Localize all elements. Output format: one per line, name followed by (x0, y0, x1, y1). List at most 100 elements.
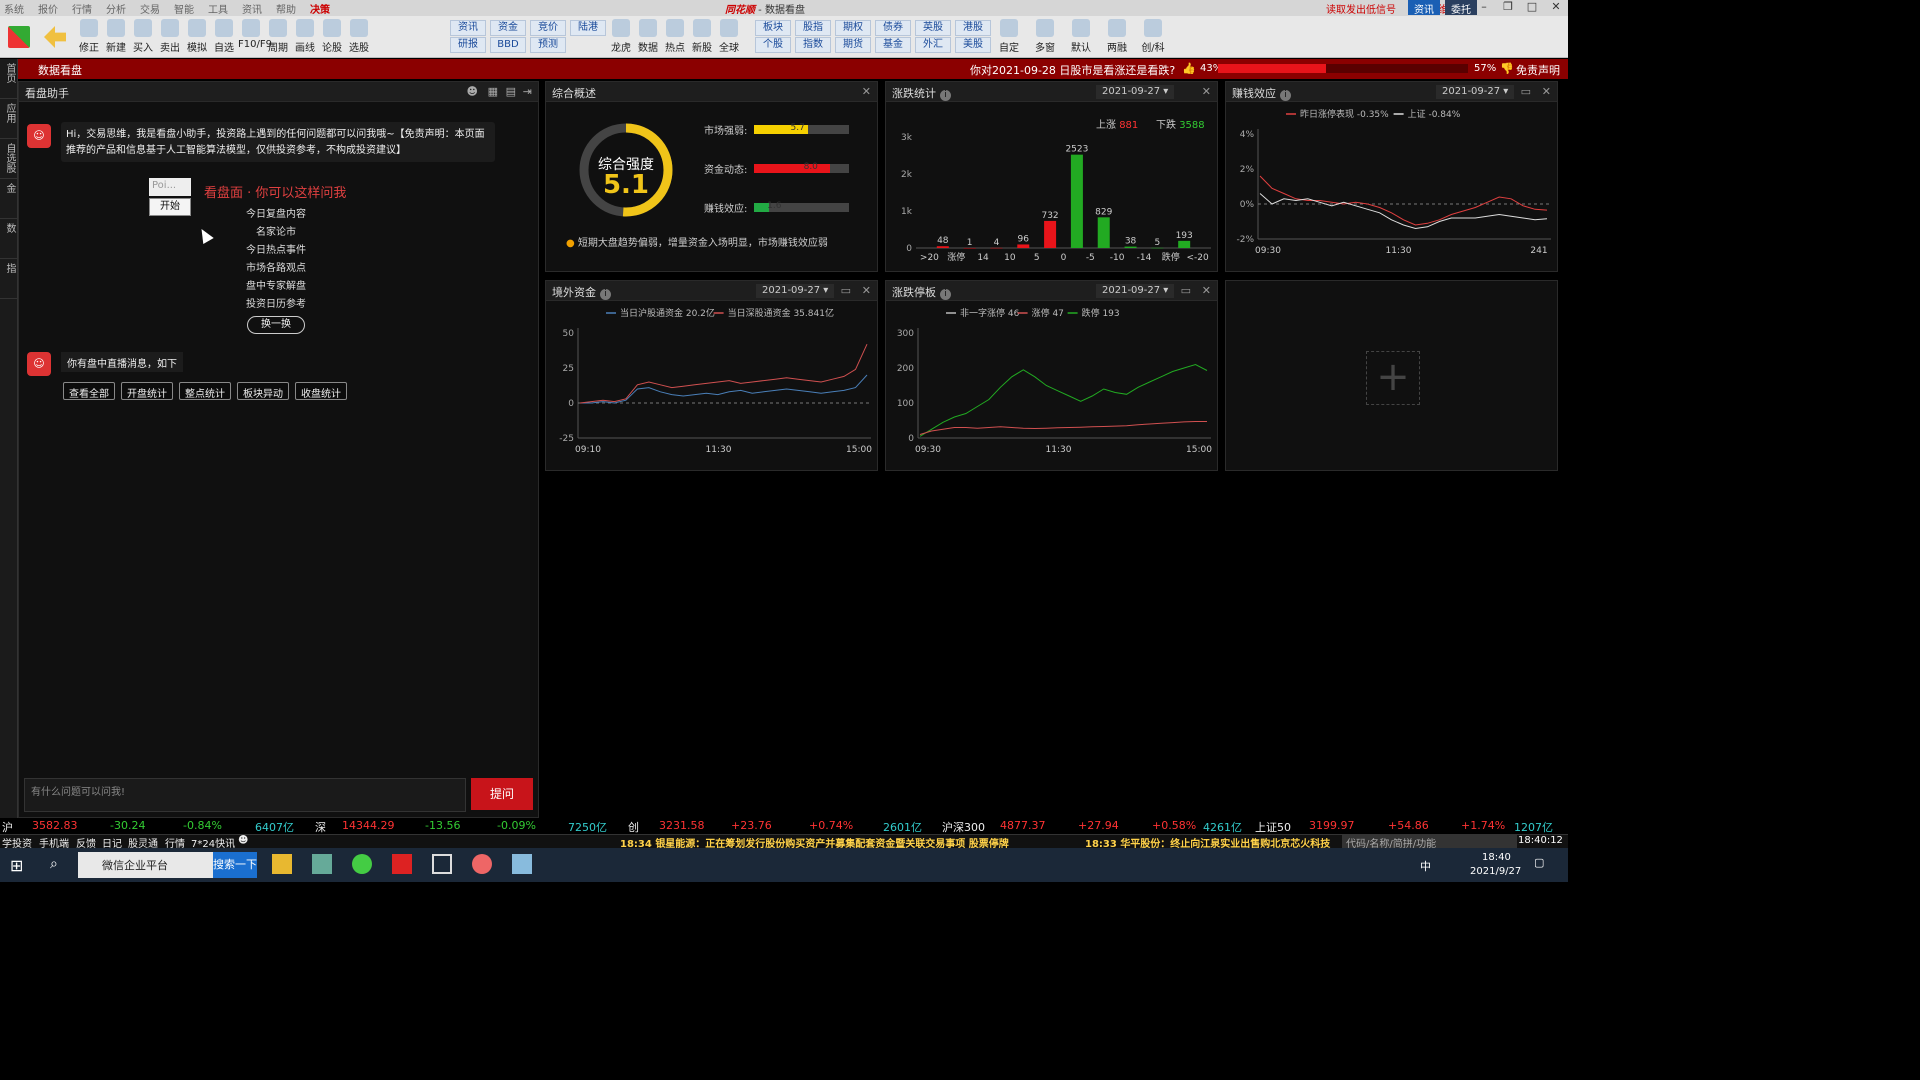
toolbar-button[interactable]: 模拟 (184, 18, 210, 54)
camera-icon[interactable] (432, 854, 452, 874)
info-icon[interactable]: i (940, 90, 951, 101)
toolbar-tab[interactable]: 资金 (490, 20, 526, 36)
grid-icon[interactable]: ▦ (488, 85, 498, 98)
taskbar-search-input[interactable]: 微信企业平台 (78, 852, 213, 878)
poi-input[interactable]: Poi... (149, 178, 191, 196)
toolbar-button[interactable]: 新股 (689, 18, 715, 54)
add-panel-icon[interactable]: + (1366, 351, 1420, 405)
folder-icon[interactable] (272, 854, 292, 874)
toolbar-tab[interactable]: 外汇 (915, 37, 951, 53)
search-icon[interactable]: ⌕ (50, 856, 58, 872)
suggestion-item[interactable]: 名家论市 (225, 224, 327, 242)
app-logo-icon[interactable] (8, 26, 30, 48)
suggestion-item[interactable]: 今日热点事件 (225, 242, 327, 260)
menu-item[interactable]: 系统 (4, 1, 24, 16)
suggestion-item[interactable]: 投资日历参考 (225, 296, 327, 314)
close-icon[interactable]: ✕ (1542, 85, 1551, 98)
toolbar-button[interactable]: 自定 (996, 18, 1022, 54)
toolbar-button[interactable]: 买入 (130, 18, 156, 54)
close-icon[interactable]: ✕ (1202, 85, 1211, 98)
toolbar-tab[interactable]: 股指 (795, 20, 831, 36)
taskbar-search-button[interactable]: 搜索一下 (213, 852, 257, 878)
toolbar-button[interactable]: 周期 (265, 18, 291, 54)
menu-item[interactable]: 分析 (106, 1, 126, 16)
disclaimer-link[interactable]: 免责声明 (1516, 62, 1560, 78)
export-icon[interactable]: ⇥ (523, 85, 532, 98)
suggestion-item[interactable]: 盘中专家解盘 (225, 278, 327, 296)
menu-item[interactable]: 交易 (140, 1, 160, 16)
toolbar-tab[interactable]: BBD (490, 37, 526, 53)
suggestion-item[interactable]: 市场各路观点 (225, 260, 327, 278)
vertical-tab[interactable]: 应用 (0, 99, 19, 139)
thumbs-down-icon[interactable]: 👎 (1500, 62, 1514, 75)
toolbar-button[interactable]: 全球 (716, 18, 742, 54)
vertical-tab[interactable]: 自选股 (0, 139, 19, 179)
start-button[interactable]: 开始 (149, 198, 191, 216)
menu-item[interactable]: 行情 (72, 1, 92, 16)
toolbar-button[interactable]: 自选 (211, 18, 237, 54)
browser-icon[interactable] (352, 854, 372, 874)
ime-indicator[interactable]: 中 (1420, 858, 1431, 874)
live-filter-button[interactable]: 板块异动 (237, 382, 289, 400)
close-icon[interactable]: ✕ (1544, 0, 1568, 13)
tonghuashun-icon[interactable] (392, 854, 412, 874)
toolbar-tab[interactable]: 英股 (915, 20, 951, 36)
thumbs-up-icon[interactable]: 👍 (1182, 62, 1196, 75)
menu-item[interactable]: 帮助 (276, 1, 296, 16)
toolbar-button[interactable]: 论股 (319, 18, 345, 54)
menu-item[interactable]: 智能 (174, 1, 194, 16)
toolbar-tab[interactable]: 债券 (875, 20, 911, 36)
toolbar-button[interactable]: 默认 (1068, 18, 1094, 54)
toolbar-button[interactable]: 数据 (635, 18, 661, 54)
date-select[interactable]: 2021-09-27 ▾ (756, 284, 835, 298)
toolbar-tab[interactable]: 个股 (755, 37, 791, 53)
taskbar-clock[interactable]: 18:40 (1482, 852, 1511, 863)
minimize-panel-icon[interactable]: ▭ (1181, 284, 1191, 297)
app-icon[interactable] (472, 854, 492, 874)
toolbar-tab[interactable]: 研报 (450, 37, 486, 53)
toolbar-tab[interactable]: 期货 (835, 37, 871, 53)
maximize-icon[interactable]: □ (1520, 0, 1544, 13)
date-select[interactable]: 2021-09-27 ▾ (1436, 85, 1515, 99)
document-icon[interactable]: ▤ (506, 85, 516, 98)
app-icon[interactable] (312, 854, 332, 874)
toolbar-button[interactable]: 新建 (103, 18, 129, 54)
back-arrow-icon[interactable] (44, 26, 66, 48)
news-button[interactable]: 资讯 (1408, 0, 1440, 16)
toolbar-button[interactable]: 创/科 (1140, 18, 1166, 54)
ask-button[interactable]: 提问 (471, 778, 533, 810)
toolbar-button[interactable]: 卖出 (157, 18, 183, 54)
menu-item[interactable]: 决策 (310, 1, 330, 16)
title-link-0[interactable]: 读取发出低信号 (1326, 1, 1396, 16)
live-filter-button[interactable]: 整点统计 (179, 382, 231, 400)
toolbar-tab[interactable]: 预测 (530, 37, 566, 53)
minimize-panel-icon[interactable]: ▭ (1521, 85, 1531, 98)
robot-icon[interactable]: ☻ (238, 835, 248, 846)
live-filter-button[interactable]: 查看全部 (63, 382, 115, 400)
menu-item[interactable]: 工具 (208, 1, 228, 16)
live-filter-button[interactable]: 收盘统计 (295, 382, 347, 400)
toolbar-button[interactable]: 两融 (1104, 18, 1130, 54)
toolbar-tab[interactable]: 资讯 (450, 20, 486, 36)
robot-icon[interactable]: ☻ (467, 85, 478, 98)
date-select[interactable]: 2021-09-27 ▾ (1096, 284, 1175, 298)
info-icon[interactable]: i (940, 289, 951, 300)
toolbar-tab[interactable]: 期权 (835, 20, 871, 36)
notification-icon[interactable]: ▢ (1534, 856, 1544, 869)
close-icon[interactable]: ✕ (1202, 284, 1211, 297)
menu-item[interactable]: 资讯 (242, 1, 262, 16)
info-icon[interactable]: i (600, 289, 611, 300)
switch-button[interactable]: 换一换 (247, 316, 305, 334)
close-icon[interactable]: ✕ (862, 284, 871, 297)
toolbar-tab[interactable]: 板块 (755, 20, 791, 36)
toolbar-button[interactable]: 画线 (292, 18, 318, 54)
vertical-tab[interactable]: 首页 (0, 59, 19, 99)
toolbar-tab[interactable]: 竞价 (530, 20, 566, 36)
date-select[interactable]: 2021-09-27 ▾ (1096, 85, 1175, 99)
toolbar-tab[interactable]: 指数 (795, 37, 831, 53)
toolbar-button[interactable]: F10/F9 (238, 18, 272, 50)
taskbar-date[interactable]: 2021/9/27 (1470, 866, 1521, 877)
restore-icon[interactable]: ❐ (1496, 0, 1520, 13)
windows-start-icon[interactable]: ⊞ (10, 856, 23, 875)
toolbar-tab[interactable]: 港股 (955, 20, 991, 36)
